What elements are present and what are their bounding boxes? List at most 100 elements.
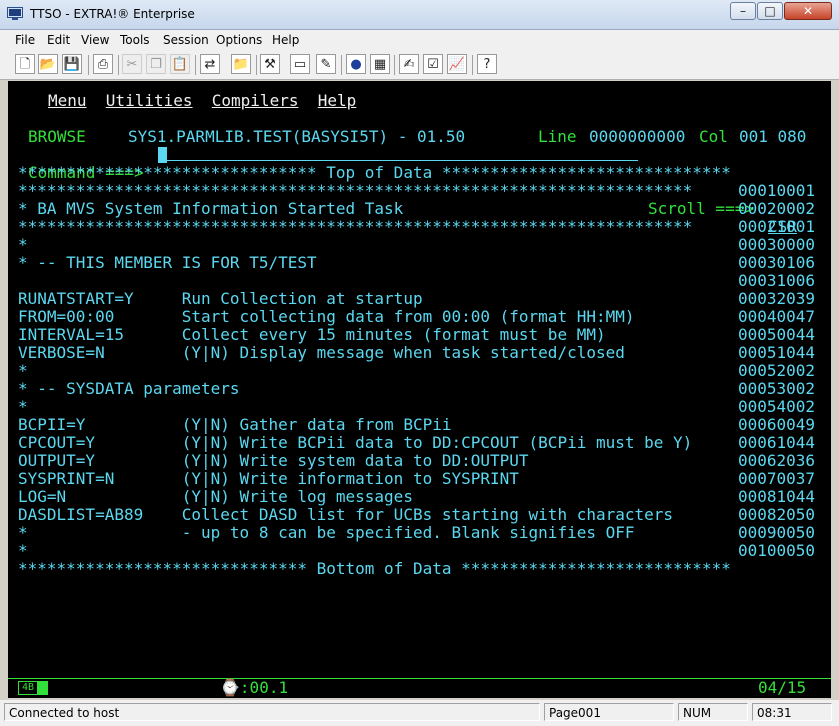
- menu-edit[interactable]: Edit: [47, 33, 70, 47]
- data-line: OUTPUT=Y (Y|N) Write system data to DD:O…: [18, 451, 815, 470]
- data-line: * -- SYSDATA parameters 00053002: [18, 379, 815, 398]
- data-line: BCPII=Y (Y|N) Gather data from BCPii 0006…: [18, 415, 815, 434]
- toolbar-separator: [88, 55, 89, 75]
- line-number: 00052002: [738, 361, 816, 380]
- command-row: Command ===> Scroll ===> CSR: [28, 146, 818, 236]
- open-folder-icon[interactable]: 📁: [231, 54, 251, 74]
- line-number: 00050044: [738, 325, 816, 344]
- line-text: ****************************************…: [18, 181, 693, 200]
- data-line: * 00100050: [18, 541, 815, 560]
- line-number: 00032039: [738, 289, 816, 308]
- paste-icon[interactable]: 📋: [170, 54, 190, 74]
- line-number: 00040047: [738, 307, 816, 326]
- copy-icon[interactable]: ❐: [146, 54, 166, 74]
- data-line: * BA MVS System Information Started Task…: [18, 200, 815, 218]
- new-icon[interactable]: 🗋: [15, 54, 35, 74]
- edit-icon[interactable]: ✎: [316, 54, 336, 74]
- menu-help-ispf[interactable]: Help: [318, 91, 357, 110]
- line-number: 00051044: [738, 343, 816, 362]
- line-text: BCPII=Y (Y|N) Gather data from BCPii: [18, 415, 452, 434]
- menu-options[interactable]: Options: [216, 33, 262, 47]
- data-line: ****************************************…: [18, 181, 815, 200]
- line-text: OUTPUT=Y (Y|N) Write system data to DD:O…: [18, 451, 529, 470]
- menu-utilities[interactable]: Utilities: [106, 91, 193, 110]
- line-number: 00090050: [738, 523, 816, 542]
- menu-compilers[interactable]: Compilers: [212, 91, 299, 110]
- tools-icon[interactable]: ⚒: [260, 54, 280, 74]
- menu-session[interactable]: Session: [163, 33, 209, 47]
- terminal-screen[interactable]: Menu Utilities Compilers Help BROWSE SYS1…: [8, 81, 831, 698]
- status-bar: Connected to host Page001 NUM 08:31: [0, 700, 839, 726]
- line-text: CPCOUT=Y (Y|N) Write BCPii data to DD:CP…: [18, 433, 693, 452]
- line-value: 0000000000: [589, 127, 686, 146]
- line-number: 00100050: [738, 541, 816, 560]
- line-number: 00020002: [738, 199, 816, 218]
- graph-icon[interactable]: 📈: [447, 54, 467, 74]
- minimize-button[interactable]: –: [730, 2, 756, 20]
- transfer-icon[interactable]: ⇄: [200, 54, 220, 74]
- ispf-menu-bar: Menu Utilities Compilers Help: [48, 92, 356, 110]
- data-line: LOG=N (Y|N) Write log messages 00081044: [18, 488, 815, 506]
- dot-icon[interactable]: ●: [346, 54, 366, 74]
- app-icon: [7, 7, 23, 20]
- mode-label: BROWSE: [28, 127, 86, 146]
- data-line: VERBOSE=N (Y|N) Display message when tas…: [18, 343, 815, 362]
- data-line: * -- THIS MEMBER IS FOR T5/TEST 00030106: [18, 254, 815, 272]
- print-icon[interactable]: ⎙: [93, 54, 113, 74]
- line-number: 00010001: [738, 181, 816, 200]
- data-line: * 00054002: [18, 397, 815, 416]
- menu-menu[interactable]: Menu: [48, 91, 87, 110]
- line-number: 00081044: [738, 487, 816, 506]
- line-text: *: [18, 541, 28, 560]
- command-underline: [158, 160, 638, 161]
- data-line: DASDLIST=AB89 Collect DASD list for UCBs…: [18, 505, 815, 524]
- menu-view[interactable]: View: [81, 33, 109, 47]
- line-text: * -- SYSDATA parameters: [18, 379, 240, 398]
- maximize-button[interactable]: □: [757, 2, 783, 20]
- line-text: VERBOSE=N (Y|N) Display message when tas…: [18, 343, 625, 362]
- window-title: TTSO - EXTRA!® Enterprise: [30, 7, 195, 21]
- oia-status-line: 4B ⌚:00.1 04/15: [8, 678, 831, 698]
- line-text: FROM=00:00 Start collecting data from 00…: [18, 307, 635, 326]
- open-icon[interactable]: 📂: [38, 54, 58, 74]
- macro-icon[interactable]: ▦: [370, 54, 390, 74]
- toolbar-separator: [341, 55, 342, 75]
- page-indicator: Page001: [544, 703, 674, 721]
- line-number: 00031006: [738, 271, 816, 290]
- line-number: 00030000: [738, 235, 816, 254]
- close-button[interactable]: ✕: [784, 2, 832, 20]
- line-text: *: [18, 397, 28, 416]
- menu-file[interactable]: File: [15, 33, 35, 47]
- line-text: SYSPRINT=N (Y|N) Write information to SY…: [18, 469, 519, 488]
- title-bar: TTSO - EXTRA!® Enterprise – □ ✕: [0, 0, 839, 30]
- line-text: INTERVAL=15 Collect every 15 minutes (fo…: [18, 325, 606, 344]
- data-line: ****************************************…: [18, 217, 815, 236]
- data-line: FROM=00:00 Start collecting data from 00…: [18, 307, 815, 326]
- line-number: 00082050: [738, 505, 816, 524]
- line-text: RUNATSTART=Y Run Collection at startup: [18, 289, 423, 308]
- ready-indicator: [38, 681, 48, 695]
- disk-icon[interactable]: ▭: [290, 54, 310, 74]
- command-input[interactable]: [158, 146, 167, 164]
- save-icon[interactable]: 💾: [62, 54, 82, 74]
- num-lock-indicator: NUM: [678, 703, 748, 721]
- check-icon[interactable]: ☑: [423, 54, 443, 74]
- data-line: SYSPRINT=N (Y|N) Write information to SY…: [18, 469, 815, 488]
- line-number: 00030106: [738, 253, 816, 272]
- menu-help[interactable]: Help: [272, 33, 299, 47]
- line-text: ****************************************…: [18, 217, 693, 236]
- session-indicator: 4B: [18, 681, 38, 695]
- cut-icon[interactable]: ✂: [122, 54, 142, 74]
- notepad-icon[interactable]: ✍: [399, 54, 419, 74]
- help-icon[interactable]: ?: [477, 54, 497, 74]
- data-line: RUNATSTART=Y Run Collection at startup 00…: [18, 289, 815, 308]
- toolbar-separator: [195, 55, 196, 75]
- toolbar-separator: [472, 55, 473, 75]
- line-number: 00070037: [738, 469, 816, 488]
- dataset-name: SYS1.PARMLIB.TEST(BASYSI5T) - 01.50: [128, 127, 466, 146]
- menu-tools[interactable]: Tools: [120, 33, 150, 47]
- clock: 08:31: [752, 703, 832, 721]
- cursor-position: 04/15: [758, 678, 807, 697]
- response-time-value: :00.1: [239, 678, 289, 697]
- line-text: DASDLIST=AB89 Collect DASD list for UCBs…: [18, 505, 674, 524]
